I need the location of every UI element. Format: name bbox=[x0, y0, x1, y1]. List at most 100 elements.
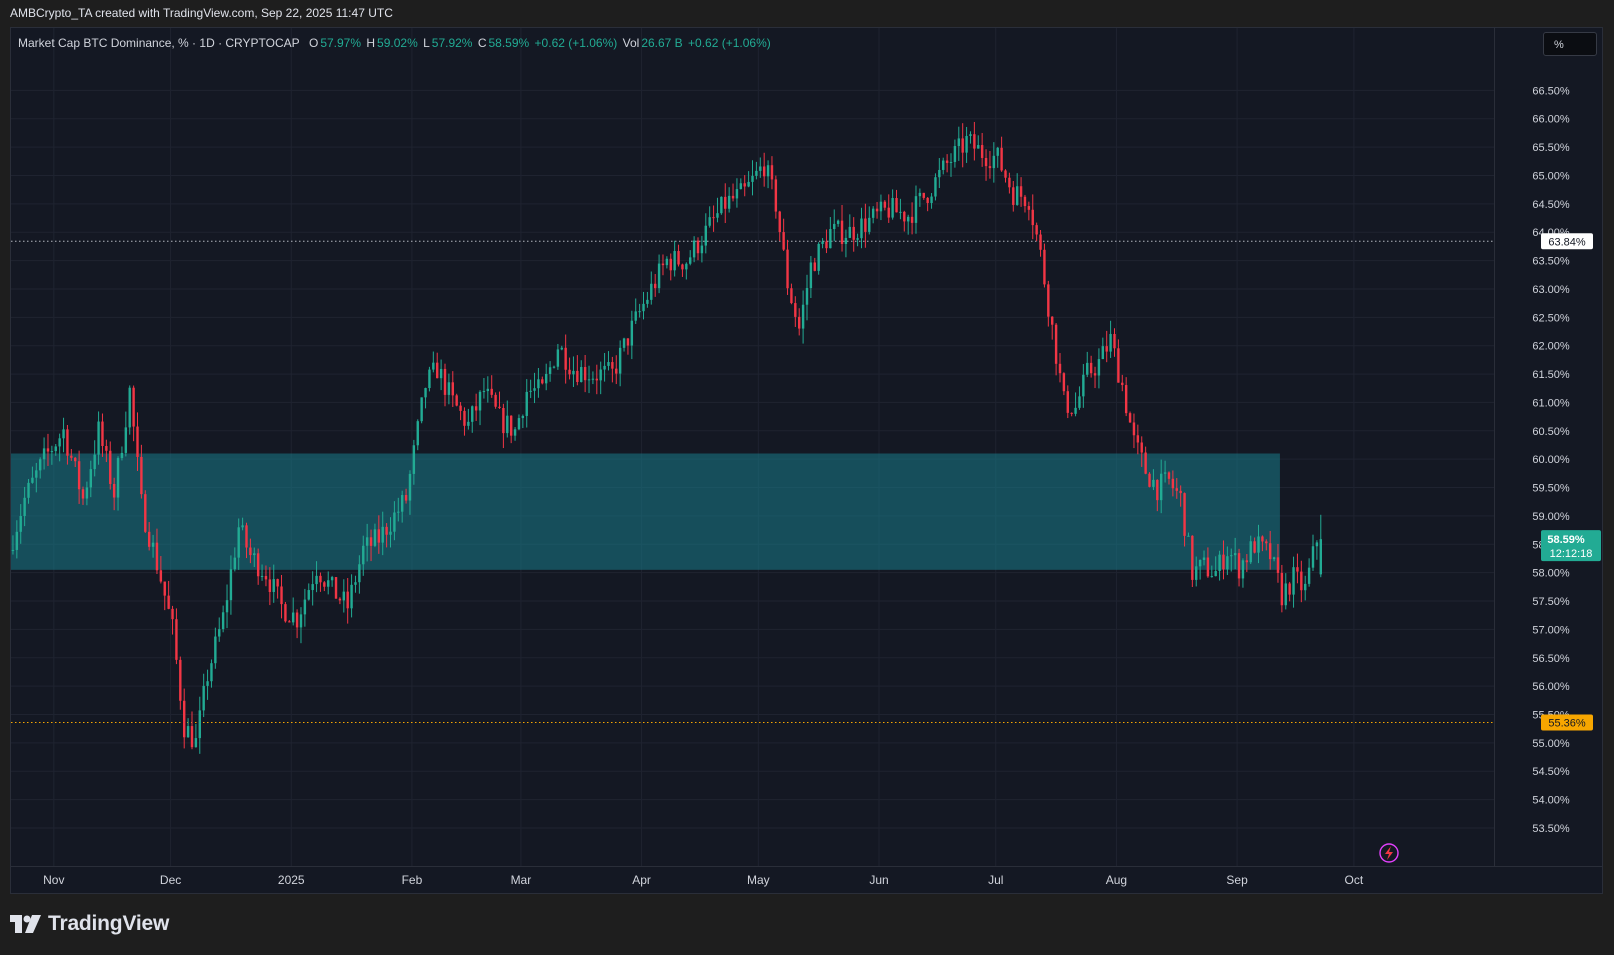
candle-body bbox=[638, 311, 641, 313]
candle-body bbox=[759, 166, 762, 171]
candle-body bbox=[105, 445, 108, 451]
candle-body bbox=[1062, 373, 1066, 392]
candle-body bbox=[984, 157, 988, 167]
candle-body bbox=[1163, 472, 1167, 474]
candle-body bbox=[572, 370, 575, 375]
candle-body bbox=[1230, 555, 1233, 557]
candle-body bbox=[942, 160, 945, 170]
candle-body bbox=[358, 564, 361, 583]
y-tick-label: 59.50% bbox=[1532, 483, 1570, 495]
candle-body bbox=[864, 218, 867, 232]
candle-body bbox=[910, 216, 914, 223]
candle-body bbox=[673, 251, 676, 271]
candle-body bbox=[443, 368, 447, 395]
lightning-icon[interactable] bbox=[1379, 843, 1399, 863]
candle-body bbox=[607, 362, 610, 366]
candle-body bbox=[1222, 554, 1225, 570]
candle-body bbox=[400, 495, 404, 512]
candle-body bbox=[1202, 557, 1206, 560]
percent-scale-button[interactable]: % bbox=[1543, 32, 1597, 56]
candle-body bbox=[704, 225, 707, 246]
candle-body bbox=[1265, 541, 1268, 544]
candle-body bbox=[564, 347, 567, 370]
candle-body bbox=[1152, 479, 1155, 487]
candle-body bbox=[513, 429, 517, 436]
candle-body bbox=[218, 629, 221, 637]
candle-body bbox=[813, 262, 816, 271]
y-tick-label: 66.00% bbox=[1532, 114, 1570, 126]
candle-body bbox=[509, 415, 513, 436]
candle-body bbox=[1132, 422, 1136, 436]
tradingview-logo[interactable]: TradingView bbox=[10, 912, 169, 936]
candle-body bbox=[214, 636, 217, 664]
candle-body bbox=[1175, 488, 1178, 491]
candle-body bbox=[147, 531, 151, 547]
candle-body bbox=[618, 347, 622, 374]
candle-body bbox=[556, 349, 560, 367]
candle-body bbox=[798, 316, 801, 329]
candle-body bbox=[120, 452, 124, 459]
candle-body bbox=[198, 710, 201, 739]
candle-body bbox=[945, 160, 949, 163]
candle-body bbox=[576, 370, 579, 382]
candle-body bbox=[101, 421, 104, 446]
ohlc-legend: Market Cap BTC Dominance, % · 1D · CRYPT… bbox=[18, 36, 773, 50]
candle-body bbox=[463, 410, 466, 426]
price-chart[interactable]: 66.50%66.00%65.50%65.00%64.50%64.00%63.5… bbox=[0, 0, 1614, 955]
candle-body bbox=[1027, 206, 1031, 210]
close-label: C bbox=[477, 36, 487, 50]
candle-body bbox=[833, 223, 836, 230]
candle-body bbox=[424, 388, 427, 398]
candle-body bbox=[961, 138, 964, 153]
candle-body bbox=[895, 197, 898, 213]
candle-body bbox=[77, 461, 81, 490]
candle-body bbox=[502, 408, 505, 434]
candle-body bbox=[245, 525, 248, 548]
candle-body bbox=[953, 146, 957, 162]
candle-body bbox=[323, 582, 326, 587]
candle-body bbox=[1272, 557, 1276, 560]
candle-body bbox=[794, 303, 797, 317]
candle-body bbox=[46, 448, 50, 452]
candle-body bbox=[291, 612, 295, 623]
candle-body bbox=[751, 175, 754, 182]
y-tick-label: 60.50% bbox=[1532, 426, 1570, 438]
candle-body bbox=[478, 391, 482, 411]
candle-body bbox=[471, 406, 474, 422]
candle-body bbox=[369, 537, 373, 546]
candle-body bbox=[626, 338, 630, 346]
candle-body bbox=[350, 584, 353, 609]
candle-body bbox=[903, 211, 906, 222]
symbol-label[interactable]: Market Cap BTC Dominance, % · 1D · CRYPT… bbox=[18, 36, 300, 50]
candle-body bbox=[1261, 536, 1264, 542]
candle-body bbox=[451, 382, 454, 396]
candle-body bbox=[770, 165, 774, 180]
candle-body bbox=[840, 220, 844, 244]
candle-body bbox=[786, 249, 789, 289]
candle-body bbox=[389, 531, 392, 535]
x-tick-label: May bbox=[747, 873, 770, 887]
y-tick-label: 66.50% bbox=[1532, 85, 1570, 97]
candle-body bbox=[1070, 412, 1073, 414]
candle-body bbox=[587, 379, 591, 381]
candle-body bbox=[334, 577, 338, 599]
candle-body bbox=[241, 525, 244, 528]
y-tick-label: 54.50% bbox=[1532, 766, 1570, 778]
candle-body bbox=[432, 362, 435, 370]
candle-body bbox=[140, 456, 143, 495]
x-tick-label: Mar bbox=[511, 873, 532, 887]
candle-body bbox=[264, 575, 268, 580]
y-tick-label: 62.00% bbox=[1532, 341, 1570, 353]
y-tick-label: 56.00% bbox=[1532, 681, 1570, 693]
y-tick-label: 64.50% bbox=[1532, 199, 1570, 211]
candle-body bbox=[634, 311, 637, 321]
candle-body bbox=[54, 446, 57, 452]
resistance-price-label: 63.84% bbox=[1548, 236, 1586, 248]
candle-body bbox=[848, 226, 852, 238]
candle-body bbox=[591, 378, 595, 380]
candle-body bbox=[825, 241, 828, 249]
candle-body bbox=[700, 245, 704, 254]
candle-body bbox=[377, 529, 381, 543]
candle-body bbox=[420, 397, 423, 422]
candle-body bbox=[1218, 554, 1221, 572]
